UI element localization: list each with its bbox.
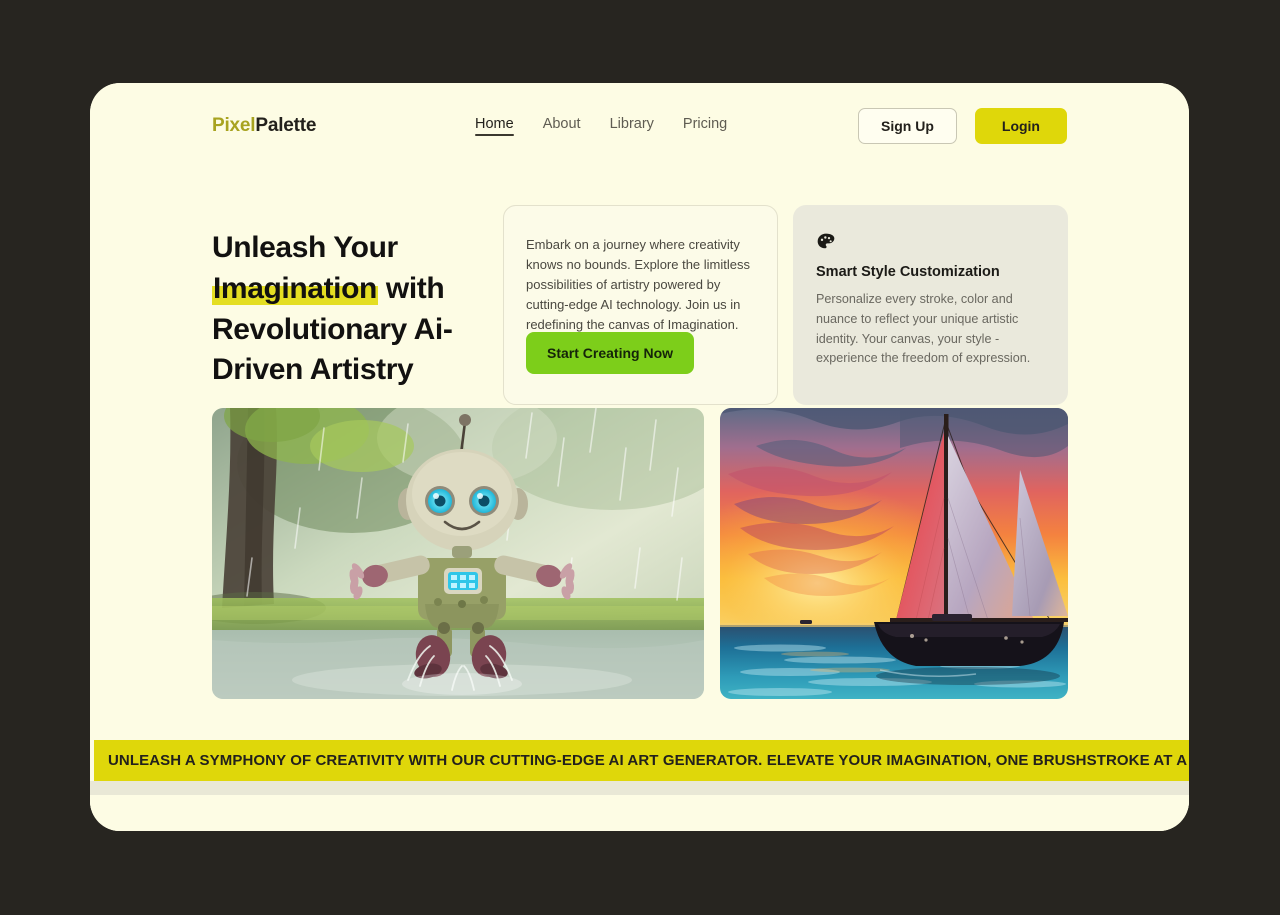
browser-window: PixelPalette Home About Library Pricing …: [90, 83, 1189, 831]
artwork-gallery: [212, 408, 1068, 699]
auth-actions: Sign Up Login: [858, 107, 1067, 144]
description-card: Embark on a journey where creativity kno…: [503, 205, 778, 405]
nav-item-pricing[interactable]: Pricing: [683, 116, 727, 135]
feature-card: Smart Style Customization Personalize ev…: [793, 205, 1068, 405]
hero-section: Unleash Your Imagination with Revolutiona…: [90, 183, 1189, 405]
sign-up-button[interactable]: Sign Up: [858, 107, 957, 144]
page-title: Unleash Your Imagination with Revolutiona…: [212, 228, 512, 391]
brand-logo-pixel: Pixel: [212, 114, 256, 136]
marquee-banner: UNLEASH A SYMPHONY OF CREATIVITY WITH OU…: [94, 740, 1189, 781]
brand-logo-palette: Palette: [255, 114, 317, 136]
sailboat-sunset-artwork[interactable]: [720, 408, 1068, 699]
nav-item-library[interactable]: Library: [610, 116, 654, 135]
landing-page: PixelPalette Home About Library Pricing …: [90, 83, 1189, 831]
robot-in-rain-artwork[interactable]: [212, 408, 704, 699]
login-button[interactable]: Login: [974, 107, 1067, 144]
start-creating-button[interactable]: Start Creating Now: [526, 332, 695, 374]
feature-description: Personalize every stroke, color and nuan…: [816, 292, 1031, 366]
footer-divider-strip: [90, 781, 1189, 795]
palette-icon: [817, 233, 835, 249]
headline-highlight: Imagination: [212, 271, 378, 305]
nav-item-home[interactable]: Home: [475, 116, 514, 136]
headline-line1: Unleash Your: [212, 231, 398, 264]
description-text: Embark on a journey where creativity kno…: [526, 237, 751, 332]
marquee-text: UNLEASH A SYMPHONY OF CREATIVITY WITH OU…: [108, 752, 1189, 769]
nav-item-about[interactable]: About: [543, 116, 581, 135]
footer-area: [90, 795, 1189, 831]
site-header: PixelPalette Home About Library Pricing …: [90, 83, 1189, 168]
main-nav: Home About Library Pricing: [475, 116, 727, 136]
feature-title: Smart Style Customization: [816, 264, 1000, 280]
brand-logo[interactable]: PixelPalette: [212, 115, 316, 137]
